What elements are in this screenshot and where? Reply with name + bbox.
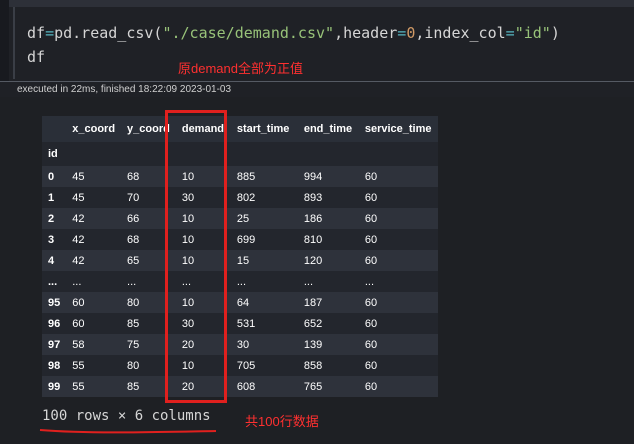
row-index: ...	[48, 275, 58, 288]
table-cell: 60	[364, 380, 378, 393]
table-cell: 858	[303, 359, 323, 372]
code-token-close: )	[550, 24, 560, 42]
table-cell: ...	[72, 275, 82, 288]
column-header: start_time	[230, 116, 298, 142]
index-row-spacer	[66, 142, 438, 166]
table-cell: 60	[364, 296, 378, 309]
table-row: 2 42 66 10 25 186 60	[42, 208, 438, 229]
table-row: 97 58 75 20 30 139 60	[42, 334, 438, 355]
table-cell: 994	[303, 170, 323, 183]
table-cell: 652	[303, 317, 323, 330]
row-index: 1	[48, 191, 55, 204]
table-row: 1 45 70 30 802 893 60	[42, 187, 438, 208]
table-row: 98 55 80 10 705 858 60	[42, 355, 438, 376]
table-row: 95 60 80 10 64 187 60	[42, 292, 438, 313]
code-token-comma: ,	[334, 24, 344, 42]
table-cell: 60	[364, 170, 378, 183]
table-cell: 699	[236, 233, 256, 246]
execution-status: executed in 22ms, finished 18:22:09 2023…	[17, 84, 232, 95]
table-cell: 15	[236, 254, 250, 267]
table-cell: 30	[236, 338, 250, 351]
table-cell: 893	[303, 191, 323, 204]
table-cell: 187	[303, 296, 323, 309]
code-token-call: pd.read_csv(	[54, 24, 163, 42]
row-index: 4	[48, 254, 55, 267]
table-header-row: x_coord y_coord demand start_time end_time se…	[42, 116, 438, 142]
dataframe-table: x_coord y_coord demand start_time end_time se…	[42, 116, 438, 397]
table-cell: 186	[303, 212, 323, 225]
annotation-top: 原demand全部为正值	[178, 61, 303, 76]
code-token-op: =	[45, 24, 55, 42]
code-token-kw-index: index_col	[424, 24, 506, 42]
table-cell: 45	[72, 170, 85, 183]
column-header: end_time	[297, 116, 359, 142]
row-index: 3	[48, 233, 55, 246]
table-cell: 45	[72, 191, 85, 204]
table-cell: ...	[236, 275, 247, 288]
table-cell: 42	[72, 254, 85, 267]
table-cell: 802	[236, 191, 256, 204]
table-cell: 58	[72, 338, 85, 351]
table-cell: 765	[303, 380, 323, 393]
cell-gutter	[0, 0, 9, 82]
code-token-op: =	[397, 24, 407, 42]
table-cell: 55	[72, 380, 85, 393]
row-index: 98	[48, 359, 61, 372]
table-cell: 42	[72, 212, 85, 225]
table-cell: 885	[236, 170, 256, 183]
table-cell: ...	[364, 275, 375, 288]
row-index: 0	[48, 170, 55, 183]
cell-selection-bar[interactable]	[13, 7, 15, 79]
code-token-op: =	[505, 24, 515, 42]
table-cell: 60	[364, 212, 378, 225]
table-cell: 60	[364, 359, 378, 372]
code-token-path: "./case/demand.csv"	[162, 24, 335, 42]
row-index: 99	[48, 380, 61, 393]
table-row: 4 42 65 10 15 120 60	[42, 250, 438, 271]
table-cell: 55	[72, 359, 85, 372]
table-row: 0 45 68 10 885 994 60	[42, 166, 438, 187]
table-cell: 60	[72, 296, 85, 309]
table-cell: 25	[236, 212, 250, 225]
code-token-var: df	[27, 24, 46, 42]
table-cell: 60	[72, 317, 85, 330]
demand-highlight-box	[165, 110, 227, 403]
table-cell: 60	[364, 233, 378, 246]
cell-divider	[0, 81, 634, 82]
table-row: 99 55 85 20 608 765 60	[42, 376, 438, 397]
table-cell: 60	[364, 191, 378, 204]
code-token-num: 0	[406, 24, 416, 42]
table-cell: 531	[236, 317, 256, 330]
table-row: 3 42 68 10 699 810 60	[42, 229, 438, 250]
table-cell: 139	[303, 338, 323, 351]
index-name: id	[42, 142, 67, 166]
row-index: 2	[48, 212, 55, 225]
code-token-kw-header: header	[343, 24, 398, 42]
table-cell: 60	[364, 254, 378, 267]
table-cell: 60	[364, 338, 378, 351]
table-cell: 810	[303, 233, 323, 246]
table-cell: 608	[236, 380, 256, 393]
table-corner	[42, 116, 67, 142]
table-row: .....................	[42, 271, 438, 292]
table-cell: 60	[364, 317, 378, 330]
column-header: x_coord	[66, 116, 122, 142]
row-index: 96	[48, 317, 61, 330]
row-index: 97	[48, 338, 61, 351]
code-line-1: df=pd.read_csv("./case/demand.csv",heade…	[27, 21, 560, 45]
dataframe-shape: 100 rows × 6 columns	[42, 408, 211, 424]
table-cell: ...	[303, 275, 314, 288]
annotation-bottom: 共100行数据	[245, 414, 319, 429]
row-index: 95	[48, 296, 61, 309]
code-token-index-val: "id"	[514, 24, 551, 42]
table-cell: 42	[72, 233, 85, 246]
table-cell: 705	[236, 359, 256, 372]
table-cell: 64	[236, 296, 250, 309]
column-header: service_time	[358, 116, 438, 142]
table-body: 0 45 68 10 885 994 60 1 45 70 30 802 893 60 2 42 66 10 25 1…	[42, 166, 438, 397]
table-cell: 120	[303, 254, 323, 267]
table-row: 96 60 85 30 531 652 60	[42, 313, 438, 334]
index-name-row: id	[42, 142, 438, 166]
top-strip	[0, 0, 634, 7]
